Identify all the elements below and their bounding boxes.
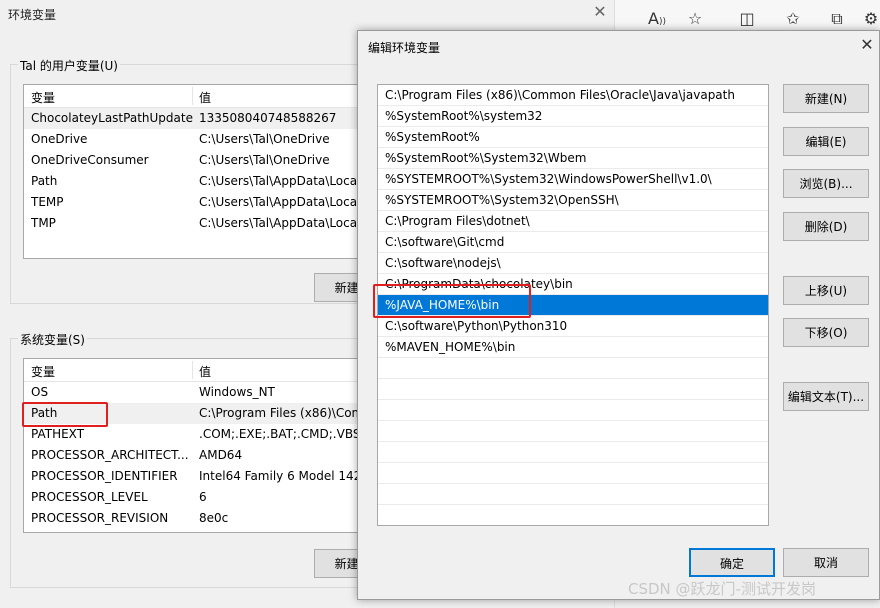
list-item-empty[interactable] [378,421,768,442]
list-item[interactable]: %SystemRoot%\System32\Wbem [378,148,768,169]
list-item[interactable]: C:\Program Files (x86)\Common Files\Orac… [378,85,768,106]
move-up-button[interactable]: 上移(U) [783,276,869,305]
list-item[interactable]: C:\software\nodejs\ [378,253,768,274]
cancel-button[interactable]: 取消 [783,548,869,577]
read-aloud-icon[interactable]: A)) [647,9,667,29]
browse-button[interactable]: 浏览(B)... [783,169,869,198]
col-header-var[interactable]: 变量 [31,363,55,380]
system-vars-label: 系统变量(S) [18,331,87,348]
split-screen-icon[interactable]: ◫ [737,9,757,29]
col-header-var[interactable]: 变量 [31,89,55,106]
collections-icon[interactable]: ⧉ [827,9,847,29]
list-item[interactable]: %SystemRoot%\system32 [378,106,768,127]
list-item[interactable]: %MAVEN_HOME%\bin [378,337,768,358]
list-item-empty[interactable] [378,463,768,484]
path-highlight-box [22,402,108,427]
list-item[interactable]: C:\software\Python\Python310 [378,316,768,337]
list-item-empty[interactable] [378,358,768,379]
list-item-empty[interactable] [378,442,768,463]
extensions-icon[interactable]: ⚙ [861,9,880,29]
favorite-star-icon[interactable]: ☆ [685,9,705,29]
list-item[interactable]: C:\Program Files\dotnet\ [378,211,768,232]
dialog-title: 编辑环境变量 [368,41,441,55]
edit-text-button[interactable]: 编辑文本(T)... [783,382,869,411]
close-icon[interactable]: ✕ [858,36,876,54]
list-item[interactable]: %SYSTEMROOT%\System32\OpenSSH\ [378,190,768,211]
edit-button[interactable]: 编辑(E) [783,127,869,156]
list-item-empty[interactable] [378,505,768,525]
close-icon[interactable]: ✕ [592,4,608,20]
list-item[interactable]: C:\software\Git\cmd [378,232,768,253]
list-item-empty[interactable] [378,484,768,505]
list-item-empty[interactable] [378,379,768,400]
list-item-empty[interactable] [378,400,768,421]
watermark: CSDN @跃龙门-测试开发岗 [628,580,816,598]
col-header-val[interactable]: 值 [199,363,211,380]
favorites-icon[interactable]: ✩ [783,9,803,29]
user-vars-label: Tal 的用户变量(U) [18,57,120,74]
java-home-highlight-box [373,284,531,318]
list-item[interactable]: %SYSTEMROOT%\System32\WindowsPowerShell\… [378,169,768,190]
list-item[interactable]: %SystemRoot% [378,127,768,148]
edit-env-var-dialog: 编辑环境变量 ✕ C:\Program Files (x86)\Common F… [357,30,880,600]
move-down-button[interactable]: 下移(O) [783,318,869,347]
new-button[interactable]: 新建(N) [783,84,869,113]
ok-button[interactable]: 确定 [689,548,775,577]
col-header-val[interactable]: 值 [199,89,211,106]
window-title: 环境变量 [8,8,57,22]
delete-button[interactable]: 删除(D) [783,212,869,241]
